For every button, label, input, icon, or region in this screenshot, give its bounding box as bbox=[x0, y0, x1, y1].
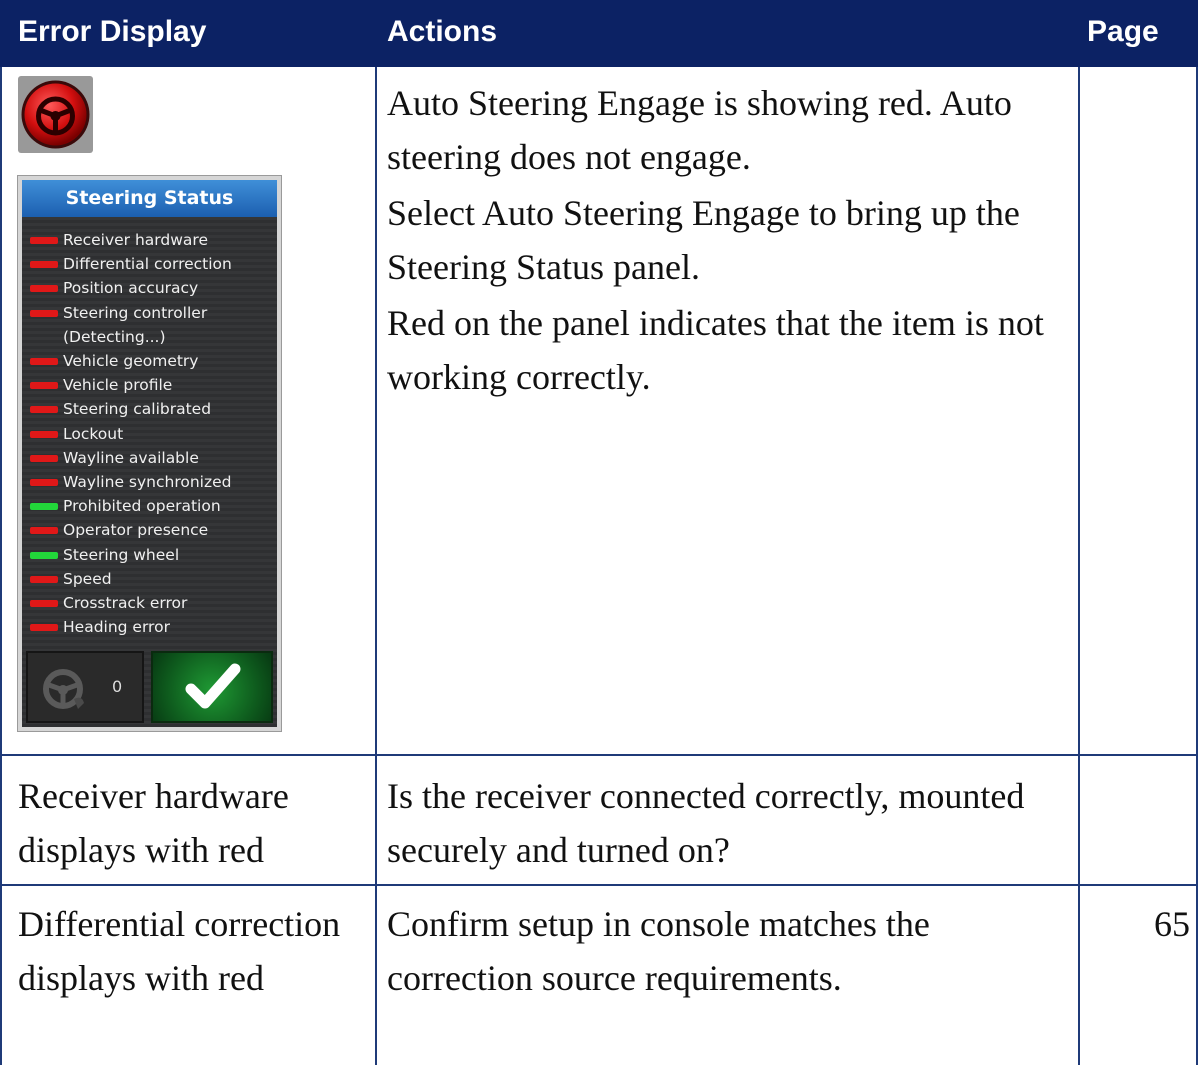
status-led-red bbox=[30, 406, 58, 414]
row3-action: Confirm setup in console matches the cor… bbox=[387, 904, 930, 998]
status-item-label: Prohibited operation bbox=[63, 497, 221, 516]
row2-error: Receiver hardware displays with red bbox=[18, 776, 289, 870]
status-led-red bbox=[30, 479, 58, 487]
status-item: Speed bbox=[30, 567, 232, 591]
header-page: Page bbox=[1087, 15, 1159, 48]
status-item-label: Vehicle profile bbox=[63, 376, 173, 395]
status-item: Vehicle profile bbox=[30, 373, 232, 397]
row3-error: Differential correction displays with re… bbox=[18, 904, 341, 998]
status-item-label: Operator presence bbox=[63, 521, 209, 540]
status-item: Position accuracy bbox=[30, 276, 232, 300]
status-led-red bbox=[30, 624, 58, 632]
status-item: Steering calibrated bbox=[30, 397, 232, 421]
status-item-label: Differential correction bbox=[63, 255, 232, 274]
status-item: Wayline available bbox=[30, 446, 232, 470]
auto-steering-engage-icon bbox=[18, 76, 93, 153]
header-actions: Actions bbox=[387, 15, 498, 48]
steering-status-title: Steering Status bbox=[22, 180, 277, 217]
status-item-label: Wayline synchronized bbox=[63, 473, 232, 492]
status-item-label: Steering wheel bbox=[63, 545, 180, 564]
status-led-red bbox=[30, 309, 58, 317]
steering-status-panel: Steering Status Receiver hardware Differe… bbox=[17, 175, 282, 732]
status-item-label: Lockout bbox=[63, 424, 124, 443]
steering-wheel-icon bbox=[21, 80, 90, 149]
row1-action-2: Select Auto Steering Engage to bring up … bbox=[387, 193, 1020, 287]
engage-count: 0 bbox=[112, 677, 123, 696]
column-divider-1 bbox=[375, 67, 377, 1065]
status-item: Differential correction bbox=[30, 252, 232, 276]
status-led-red bbox=[30, 237, 58, 244]
troubleshooting-table: Error Display Actions Page Steering Stat… bbox=[0, 0, 1198, 1065]
status-item: Steering controller (Detecting...) bbox=[30, 301, 232, 349]
status-led-red bbox=[30, 358, 58, 366]
status-led-red bbox=[30, 527, 58, 535]
status-item: Prohibited operation bbox=[30, 494, 232, 518]
status-item: Heading error bbox=[30, 615, 232, 639]
steering-engage-counter-button[interactable]: 0 bbox=[26, 651, 144, 723]
status-led-green bbox=[30, 551, 58, 559]
row2-action: Is the receiver connected correctly, mou… bbox=[387, 776, 1025, 870]
table-border-left bbox=[0, 67, 2, 1065]
row3-page: 65 bbox=[1154, 904, 1190, 944]
steering-wheel-disabled-icon bbox=[43, 669, 84, 709]
status-led-red bbox=[30, 575, 58, 583]
status-led-red bbox=[30, 261, 58, 269]
status-led-red bbox=[30, 454, 58, 462]
steering-status-list: Receiver hardware Differential correction… bbox=[30, 228, 232, 639]
status-item-label: Receiver hardware bbox=[63, 231, 208, 249]
status-item: Vehicle geometry bbox=[30, 349, 232, 373]
table-header: Error Display Actions Page bbox=[0, 0, 1198, 67]
confirm-button[interactable] bbox=[151, 651, 273, 723]
status-item-label: Wayline available bbox=[63, 448, 199, 467]
status-item: Operator presence bbox=[30, 518, 232, 542]
row1-actions: Auto Steering Engage is showing red. Aut… bbox=[387, 76, 1077, 404]
status-item-label: Crosstrack error bbox=[63, 594, 188, 613]
row-divider-1 bbox=[0, 754, 1198, 756]
status-led-green bbox=[30, 503, 58, 511]
status-item-label: Speed bbox=[63, 569, 112, 588]
row1-action-1: Auto Steering Engage is showing red. Aut… bbox=[387, 83, 1012, 177]
row1-action-3: Red on the panel indicates that the item… bbox=[387, 303, 1044, 397]
status-item-label: Vehicle geometry bbox=[63, 352, 199, 371]
status-item-label: Steering controller bbox=[63, 303, 208, 322]
status-led-red bbox=[30, 382, 58, 390]
checkmark-icon bbox=[185, 663, 241, 709]
status-item: Wayline synchronized bbox=[30, 470, 232, 494]
status-item: Crosstrack error bbox=[30, 591, 232, 615]
status-led-red bbox=[30, 430, 58, 438]
status-led-red bbox=[30, 600, 58, 608]
status-item: Lockout bbox=[30, 422, 232, 446]
header-error-display: Error Display bbox=[18, 15, 207, 48]
row-divider-2 bbox=[0, 884, 1198, 886]
status-led-red bbox=[30, 285, 58, 293]
status-item-label: Heading error bbox=[63, 618, 170, 637]
status-item: Steering wheel bbox=[30, 543, 232, 567]
status-item-label: Steering calibrated bbox=[63, 400, 212, 419]
status-item-label: Position accuracy bbox=[63, 279, 199, 298]
status-item-sublabel: (Detecting...) bbox=[63, 327, 166, 346]
status-item: Receiver hardware bbox=[30, 228, 232, 252]
